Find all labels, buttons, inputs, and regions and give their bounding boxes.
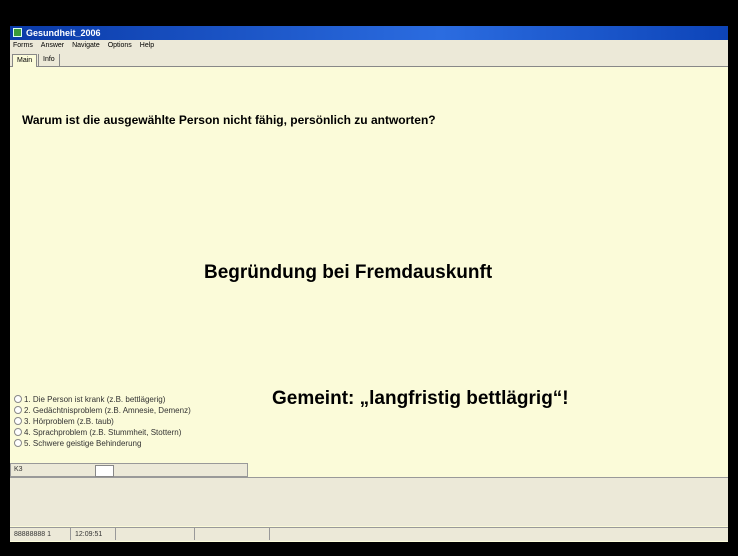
- option-3[interactable]: 3. Hörproblem (z.B. taub): [14, 416, 191, 427]
- lower-panel: [10, 477, 728, 526]
- radio-icon[interactable]: [14, 439, 22, 447]
- answer-options: 1. Die Person ist krank (z.B. bettlägeri…: [14, 394, 191, 449]
- menu-navigate[interactable]: Navigate: [69, 40, 103, 52]
- option-label: 5. Schwere geistige Behinderung: [24, 439, 142, 448]
- question-text: Warum ist die ausgewählte Person nicht f…: [22, 113, 436, 127]
- radio-icon[interactable]: [14, 395, 22, 403]
- option-label: 1. Die Person ist krank (z.B. bettlägeri…: [24, 395, 166, 404]
- overlay-heading: Begründung bei Fremdauskunft: [204, 262, 493, 283]
- menu-forms[interactable]: Forms: [10, 40, 36, 52]
- overlay-note: Gemeint: „langfristig bettlägrig“!: [272, 388, 569, 409]
- radio-icon[interactable]: [14, 417, 22, 425]
- tab-info[interactable]: Info: [38, 54, 60, 66]
- status-cell-empty: [116, 528, 195, 540]
- field-label: K3: [14, 466, 23, 473]
- option-4[interactable]: 4. Sprachproblem (z.B. Stummheit, Stotte…: [14, 427, 191, 438]
- title-bar: Gesundheit_2006: [10, 26, 728, 40]
- option-label: 4. Sprachproblem (z.B. Stummheit, Stotte…: [24, 428, 182, 437]
- status-id: 88888888 1: [10, 528, 71, 540]
- window-title: Gesundheit_2006: [26, 28, 101, 38]
- menu-options[interactable]: Options: [105, 40, 135, 52]
- option-5[interactable]: 5. Schwere geistige Behinderung: [14, 438, 191, 449]
- radio-icon[interactable]: [14, 406, 22, 414]
- option-2[interactable]: 2. Gedächtnisproblem (z.B. Amnesie, Deme…: [14, 405, 191, 416]
- option-1[interactable]: 1. Die Person ist krank (z.B. bettlägeri…: [14, 394, 191, 405]
- menu-answer[interactable]: Answer: [38, 40, 67, 52]
- option-label: 3. Hörproblem (z.B. taub): [24, 417, 114, 426]
- answer-input[interactable]: [95, 465, 114, 477]
- screen: Gesundheit_2006 Forms Answer Navigate Op…: [10, 26, 728, 542]
- menu-help[interactable]: Help: [137, 40, 157, 52]
- tab-main[interactable]: Main: [12, 54, 38, 67]
- option-label: 2. Gedächtnisproblem (z.B. Amnesie, Deme…: [24, 406, 191, 415]
- status-cell-empty: [195, 528, 270, 540]
- tab-strip: Main Info: [10, 52, 728, 67]
- app-icon: [13, 28, 22, 37]
- status-bar: 88888888 1 12:09:51: [10, 527, 728, 541]
- radio-icon[interactable]: [14, 428, 22, 436]
- status-time: 12:09:51: [71, 528, 116, 540]
- answer-bar: K3: [10, 463, 248, 477]
- menu-bar: Forms Answer Navigate Options Help: [10, 40, 728, 52]
